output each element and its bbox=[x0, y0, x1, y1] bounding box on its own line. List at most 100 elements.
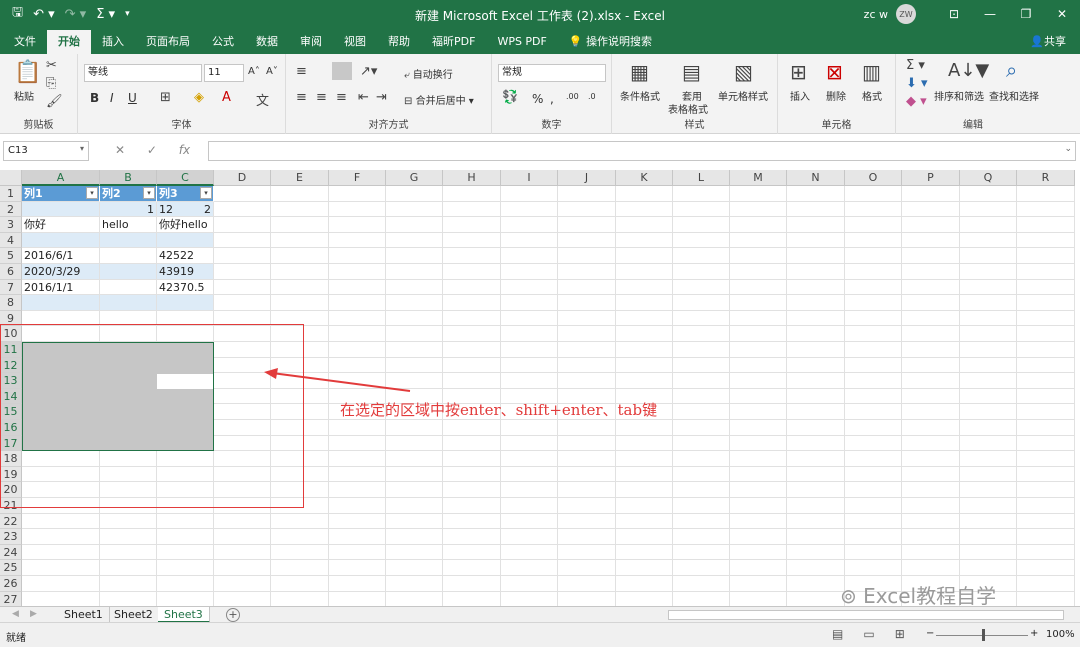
cell[interactable] bbox=[845, 232, 902, 249]
sheet-tab-sheet1[interactable]: Sheet1 bbox=[58, 607, 110, 623]
cell[interactable] bbox=[673, 310, 730, 327]
enter-icon[interactable]: ✓ bbox=[147, 143, 157, 157]
cell[interactable] bbox=[787, 576, 845, 592]
cell[interactable] bbox=[845, 466, 902, 483]
cell[interactable] bbox=[902, 451, 960, 467]
horizontal-scrollbar[interactable] bbox=[668, 610, 1064, 620]
cell[interactable] bbox=[558, 264, 616, 280]
cell[interactable] bbox=[214, 201, 271, 218]
cell[interactable] bbox=[845, 186, 902, 202]
cell[interactable] bbox=[443, 513, 501, 530]
tab-help[interactable]: 帮助 bbox=[377, 30, 421, 54]
cell[interactable] bbox=[329, 466, 386, 483]
cell[interactable] bbox=[787, 466, 845, 483]
cell[interactable] bbox=[902, 388, 960, 405]
cell[interactable] bbox=[787, 248, 845, 264]
cell[interactable] bbox=[501, 544, 558, 561]
minimize-icon[interactable]: — bbox=[972, 7, 1008, 21]
cell[interactable] bbox=[157, 513, 214, 530]
cell[interactable] bbox=[616, 201, 673, 218]
cell[interactable] bbox=[100, 591, 157, 606]
cell[interactable] bbox=[558, 279, 616, 296]
cancel-icon[interactable]: ✕ bbox=[115, 143, 125, 157]
cell[interactable] bbox=[443, 498, 501, 514]
decrease-font-icon[interactable]: A˅ bbox=[266, 66, 278, 77]
align-middle-icon[interactable] bbox=[332, 62, 352, 80]
cell[interactable] bbox=[1017, 482, 1075, 498]
italic-button[interactable]: I bbox=[110, 91, 114, 105]
cell[interactable] bbox=[214, 529, 271, 545]
user-name[interactable]: zc w bbox=[864, 8, 888, 21]
cut-icon[interactable]: ✂ bbox=[46, 58, 57, 73]
cell[interactable] bbox=[787, 404, 845, 420]
cell[interactable] bbox=[1017, 217, 1075, 233]
cell[interactable] bbox=[329, 576, 386, 592]
cell[interactable] bbox=[730, 420, 787, 436]
tell-me-search[interactable]: 💡 操作说明搜索 bbox=[558, 30, 663, 54]
cell[interactable] bbox=[787, 279, 845, 296]
cell[interactable] bbox=[271, 217, 329, 233]
cell[interactable] bbox=[845, 201, 902, 218]
cell[interactable] bbox=[386, 498, 443, 514]
cell[interactable] bbox=[558, 513, 616, 530]
cell[interactable] bbox=[443, 264, 501, 280]
cell[interactable] bbox=[386, 295, 443, 311]
row-header-3[interactable]: 3 bbox=[0, 217, 22, 233]
cell[interactable] bbox=[673, 264, 730, 280]
cell[interactable] bbox=[329, 560, 386, 576]
fx-icon[interactable]: fx bbox=[179, 143, 190, 157]
cell[interactable] bbox=[845, 248, 902, 264]
cell[interactable] bbox=[730, 529, 787, 545]
save-icon[interactable]: 🖫 bbox=[12, 3, 23, 25]
cell[interactable] bbox=[902, 248, 960, 264]
cell[interactable] bbox=[1017, 342, 1075, 358]
cell[interactable] bbox=[386, 451, 443, 467]
column-header-f[interactable]: F bbox=[329, 170, 386, 186]
cell[interactable] bbox=[501, 466, 558, 483]
table-header-cell[interactable]: 列3 ▾ bbox=[157, 186, 214, 202]
cell[interactable] bbox=[501, 326, 558, 342]
cell[interactable] bbox=[960, 373, 1017, 389]
cell[interactable] bbox=[271, 201, 329, 218]
cell[interactable] bbox=[22, 201, 100, 218]
cell-styles-icon[interactable]: ▧ bbox=[734, 60, 753, 84]
cell[interactable] bbox=[329, 310, 386, 327]
cell[interactable] bbox=[386, 279, 443, 296]
cell-styles-button[interactable]: 单元格样式 bbox=[718, 88, 768, 103]
column-header-l[interactable]: L bbox=[673, 170, 730, 186]
increase-indent-icon[interactable]: ⇥ bbox=[376, 90, 387, 105]
cell[interactable] bbox=[1017, 451, 1075, 467]
insert-button[interactable]: 插入 bbox=[790, 88, 810, 103]
cell[interactable] bbox=[558, 232, 616, 249]
cell[interactable] bbox=[616, 342, 673, 358]
cell[interactable] bbox=[386, 232, 443, 249]
cell[interactable] bbox=[902, 420, 960, 436]
cell[interactable] bbox=[501, 529, 558, 545]
cell[interactable] bbox=[329, 482, 386, 498]
fill-icon[interactable]: ⬇ ▾ bbox=[906, 76, 928, 91]
increase-font-icon[interactable]: A˄ bbox=[248, 66, 260, 77]
tab-review[interactable]: 审阅 bbox=[289, 30, 333, 54]
cell[interactable] bbox=[673, 201, 730, 218]
cell[interactable] bbox=[673, 373, 730, 389]
customize-qa-icon[interactable]: ▾ bbox=[125, 9, 130, 19]
cell[interactable] bbox=[787, 373, 845, 389]
cell[interactable] bbox=[1017, 279, 1075, 296]
column-header-m[interactable]: M bbox=[730, 170, 787, 186]
cell[interactable] bbox=[787, 310, 845, 327]
cell[interactable] bbox=[730, 466, 787, 483]
cell[interactable] bbox=[501, 186, 558, 202]
cell[interactable] bbox=[960, 248, 1017, 264]
cell[interactable] bbox=[100, 513, 157, 530]
cell[interactable] bbox=[501, 591, 558, 606]
cell[interactable] bbox=[100, 295, 157, 311]
underline-button[interactable]: U bbox=[128, 91, 137, 105]
cell[interactable] bbox=[329, 248, 386, 264]
row-header-5[interactable]: 5 bbox=[0, 248, 22, 264]
cell[interactable] bbox=[902, 513, 960, 530]
tab-formulas[interactable]: 公式 bbox=[201, 30, 245, 54]
cell[interactable] bbox=[271, 295, 329, 311]
cell[interactable] bbox=[673, 326, 730, 342]
cell[interactable] bbox=[845, 357, 902, 374]
cell[interactable] bbox=[501, 451, 558, 467]
